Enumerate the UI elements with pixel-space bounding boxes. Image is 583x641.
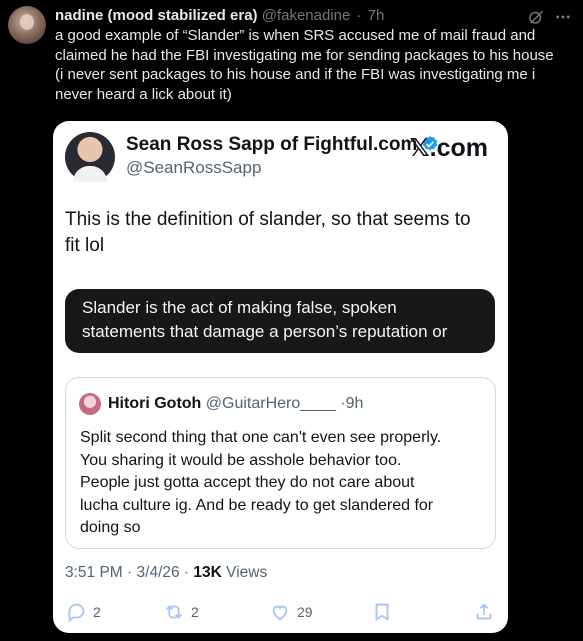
card-author-avatar: [65, 132, 115, 182]
like-action: 29: [269, 599, 313, 625]
reply-action: 2: [65, 599, 101, 625]
repost-count: 2: [191, 604, 199, 620]
post-text-line: never heard a lick about it): [55, 85, 232, 103]
quoted-post-time: 9h: [345, 395, 364, 412]
definition-line: statements that damage a person’s reputa…: [82, 322, 448, 341]
x-logo-text: .com: [429, 134, 488, 162]
x-logo-icon: 𝕏: [409, 133, 430, 162]
quoted-post: Hitori Gotoh @GuitarHero____ ·9h Split s…: [65, 377, 496, 549]
quoted-text-line: Split second thing that one can't even s…: [80, 429, 442, 446]
card-post-text: This is the definition of slander, so th…: [65, 207, 495, 259]
heart-icon: [272, 605, 288, 621]
bookmark-icon: [375, 603, 389, 622]
user-avatar[interactable]: [8, 6, 46, 44]
post-text-line: claimed he had the FBI investigating me …: [55, 46, 554, 64]
post-text-line: a good example of “Slander” is when SRS …: [55, 27, 536, 44]
card-author-handle: @SeanRossSapp: [126, 158, 262, 177]
card-action-bar: 2 2 29: [65, 599, 496, 625]
post-header: nadine (mood stabilized era) @fakenadine…: [55, 6, 565, 26]
card-text-line: fit lol: [65, 235, 105, 256]
quoted-author-avatar: [79, 393, 101, 415]
repost-action: 2: [163, 599, 199, 625]
grok-icon[interactable]: [527, 8, 545, 26]
repost-icon: [166, 605, 182, 619]
separator-dot: ·: [356, 7, 362, 24]
quoted-text-line: doing so: [80, 519, 141, 536]
x-logo: 𝕏.com: [409, 133, 488, 163]
attached-screenshot-image[interactable]: Sean Ross Sapp of Fightful.com @SeanRoss…: [53, 121, 508, 633]
card-author-name: Sean Ross Sapp of Fightful.com: [126, 133, 439, 157]
post-text-line: (i never sent packages to his house and …: [55, 66, 536, 83]
quoted-post-header: Hitori Gotoh @GuitarHero____ ·9h: [108, 393, 363, 415]
views-label: Views: [221, 564, 268, 581]
card-author-name-text: Sean Ross Sapp of Fightful.com: [126, 134, 418, 155]
definition-line: Slander is the act of making false, spok…: [82, 298, 397, 317]
card-post-time: 3:51 PM: [65, 564, 123, 581]
share-action: [473, 599, 495, 625]
separator-dot: ·: [122, 564, 137, 581]
display-name[interactable]: nadine (mood stabilized era): [55, 7, 258, 24]
reply-count: 2: [93, 604, 101, 620]
card-text-line: This is the definition of slander, so th…: [65, 209, 471, 230]
definition-box: Slander is the act of making false, spok…: [65, 289, 495, 353]
like-count: 29: [297, 604, 313, 620]
views-count: 13K: [193, 564, 222, 581]
reply-icon: [68, 603, 85, 623]
share-icon: [476, 603, 492, 620]
separator-dot: ·: [179, 564, 194, 581]
card-post-date: 3/4/26: [136, 564, 180, 581]
quoted-text-line: People just gotta accept they do not car…: [80, 474, 415, 491]
post-time[interactable]: 7h: [368, 7, 385, 24]
post-text: a good example of “Slander” is when SRS …: [55, 26, 575, 104]
card-post-meta: 3:51 PM · 3/4/26 · 13K Views: [65, 564, 267, 582]
quoted-author-handle: @GuitarHero____: [205, 395, 336, 412]
quoted-text-line: lucha culture ig. And be ready to get sl…: [80, 496, 434, 514]
quoted-post-text: Split second thing that one can't even s…: [80, 427, 485, 540]
more-icon[interactable]: [553, 8, 573, 26]
bookmark-action: [371, 599, 393, 625]
user-handle[interactable]: @fakenadine: [262, 7, 351, 24]
quoted-text-line: You sharing it would be asshole behavior…: [80, 451, 402, 469]
quoted-author-name: Hitori Gotoh: [108, 395, 202, 412]
